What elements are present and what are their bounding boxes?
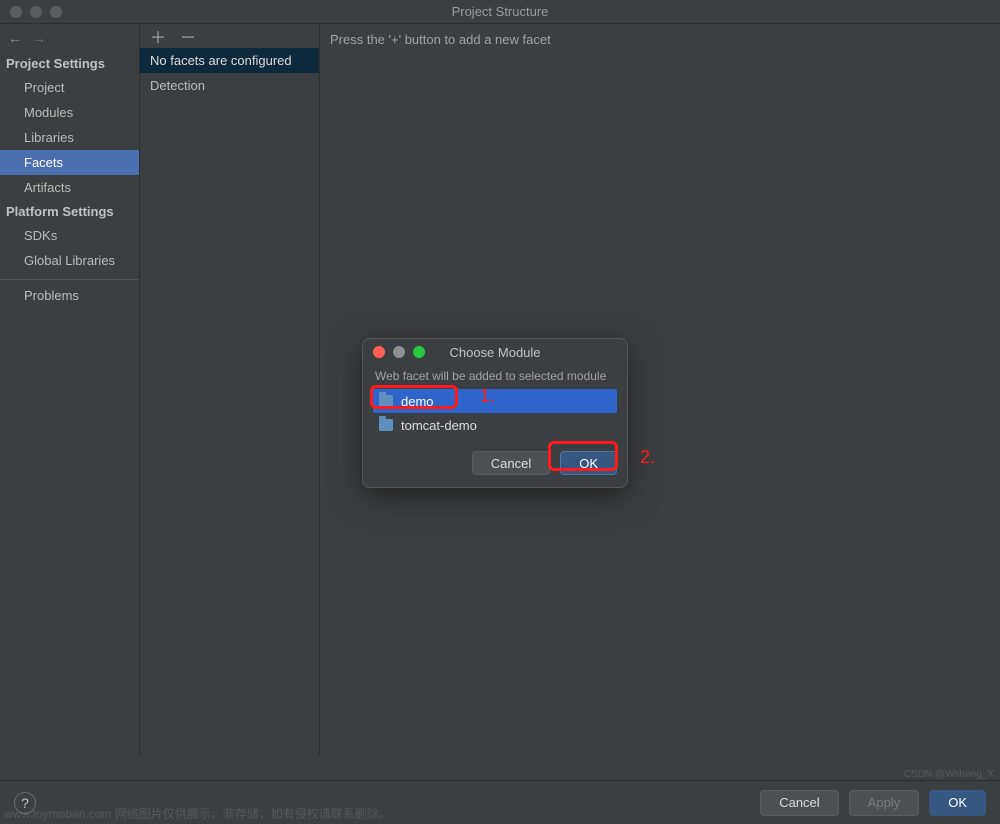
- sidebar-item-artifacts[interactable]: Artifacts: [0, 175, 139, 200]
- ok-button[interactable]: OK: [929, 790, 986, 816]
- window-titlebar: Project Structure: [0, 0, 1000, 24]
- folder-icon: [379, 419, 393, 431]
- sidebar-item-modules[interactable]: Modules: [0, 100, 139, 125]
- dialog-zoom-dot[interactable]: [413, 346, 425, 358]
- sidebar-item-sdks[interactable]: SDKs: [0, 223, 139, 248]
- facets-toolbar: ＋ －: [140, 24, 319, 48]
- facets-detection[interactable]: Detection: [140, 73, 319, 98]
- sidebar-nav: ← →: [0, 26, 139, 50]
- dialog-close-dot[interactable]: [373, 346, 385, 358]
- facets-column: ＋ － No facets are configured Detection: [140, 24, 320, 756]
- module-row-tomcat-demo[interactable]: tomcat-demo: [373, 413, 617, 437]
- module-row-demo[interactable]: demo: [373, 389, 617, 413]
- apply-button: Apply: [849, 790, 920, 816]
- watermark-csdn: CSDN @Wsheng_X: [904, 769, 994, 780]
- dialog-minimize-dot[interactable]: [393, 346, 405, 358]
- sidebar: ← → Project Settings Project Modules Lib…: [0, 24, 140, 756]
- choose-module-dialog: Choose Module Web facet will be added to…: [362, 338, 628, 488]
- dialog-title: Choose Module: [449, 345, 540, 360]
- zoom-dot[interactable]: [50, 6, 62, 18]
- dialog-buttons: Cancel OK: [363, 437, 627, 487]
- folder-icon: [379, 395, 393, 407]
- traffic-lights[interactable]: [10, 6, 62, 18]
- dialog-cancel-button[interactable]: Cancel: [472, 451, 550, 475]
- dialog-hint: Web facet will be added to selected modu…: [373, 369, 617, 389]
- platform-settings-header: Platform Settings: [0, 200, 139, 223]
- module-list: demo tomcat-demo: [373, 389, 617, 437]
- forward-arrow-icon[interactable]: →: [32, 30, 46, 46]
- dialog-ok-button[interactable]: OK: [560, 451, 617, 475]
- sidebar-item-libraries[interactable]: Libraries: [0, 125, 139, 150]
- minimize-dot[interactable]: [30, 6, 42, 18]
- sidebar-item-facets[interactable]: Facets: [0, 150, 139, 175]
- project-settings-header: Project Settings: [0, 52, 139, 75]
- back-arrow-icon[interactable]: ←: [8, 30, 22, 46]
- add-facet-icon[interactable]: ＋: [150, 24, 166, 48]
- facets-none-configured[interactable]: No facets are configured: [140, 48, 319, 73]
- window-title: Project Structure: [452, 4, 549, 19]
- sidebar-item-problems[interactable]: Problems: [0, 279, 139, 308]
- help-button[interactable]: ?: [14, 792, 36, 814]
- footer: ? Cancel Apply OK: [0, 780, 1000, 824]
- main-hint: Press the '+' button to add a new facet: [330, 32, 990, 47]
- module-label: demo: [401, 394, 434, 409]
- sidebar-item-global-libraries[interactable]: Global Libraries: [0, 248, 139, 273]
- dialog-traffic-lights[interactable]: [373, 346, 425, 358]
- module-label: tomcat-demo: [401, 418, 477, 433]
- sidebar-item-project[interactable]: Project: [0, 75, 139, 100]
- remove-facet-icon[interactable]: －: [180, 24, 196, 48]
- close-dot[interactable]: [10, 6, 22, 18]
- cancel-button[interactable]: Cancel: [760, 790, 838, 816]
- dialog-titlebar: Choose Module: [363, 339, 627, 365]
